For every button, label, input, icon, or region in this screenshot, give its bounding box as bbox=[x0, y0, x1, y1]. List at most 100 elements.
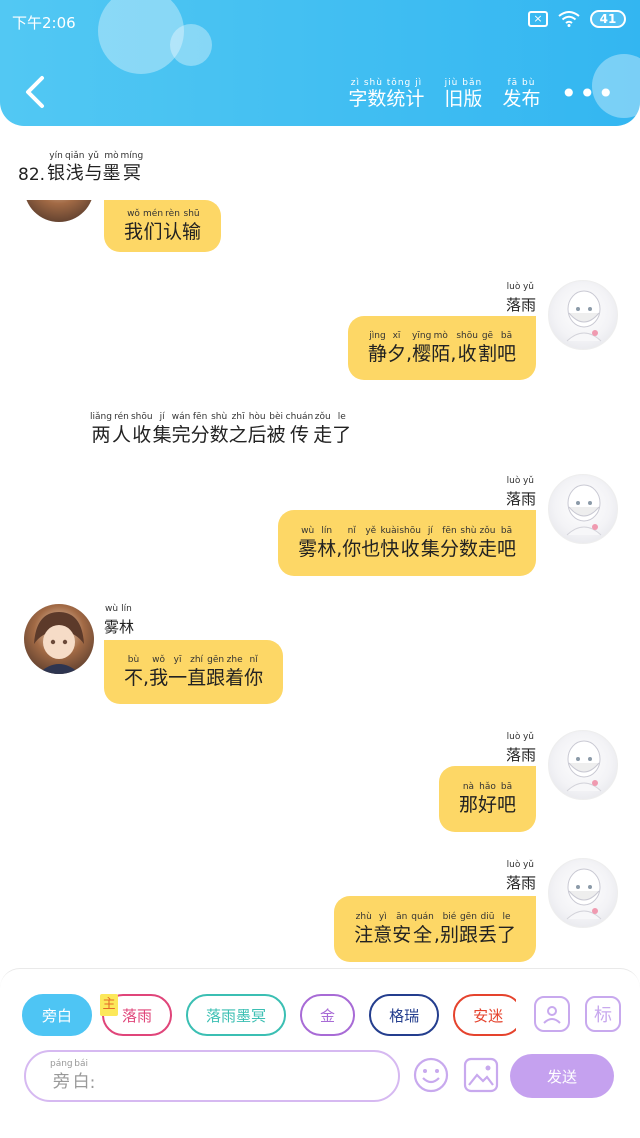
role-chip-list[interactable]: 旁白 落雨 落雨墨冥 金 格瑞 安迷 bbox=[22, 994, 516, 1038]
publish-pinyin: fā bù bbox=[507, 78, 536, 88]
pinyin: bù bbox=[127, 654, 140, 665]
ruby-char: wù 雾 bbox=[104, 604, 119, 639]
hanzi: 好 bbox=[477, 793, 497, 816]
ruby-char: yīng 樱 bbox=[412, 331, 431, 366]
speaker-name: luò 落 yǔ 雨 bbox=[506, 860, 536, 895]
hanzi: 全 bbox=[413, 923, 433, 946]
hanzi: 了 bbox=[332, 424, 352, 446]
pinyin: ān bbox=[396, 911, 408, 922]
message-bubble[interactable]: wù 雾 lín 林 , nǐ 你 yě 也 kuài 快 shōu 收 jí 集 fēn 分 shù 数 zǒu 走… bbox=[278, 510, 536, 576]
hanzi: 墨 bbox=[102, 163, 121, 184]
role-chip[interactable]: 安迷 bbox=[453, 994, 516, 1036]
pinyin: yě bbox=[365, 525, 377, 536]
pinyin bbox=[408, 331, 411, 342]
pinyin: zhe bbox=[226, 654, 243, 665]
pinyin: mò bbox=[104, 151, 119, 161]
message-bubble[interactable]: nà 那 hǎo 好 bā 吧 bbox=[438, 766, 536, 832]
ruby-char: yǔ 雨 bbox=[521, 860, 536, 895]
pinyin: bā bbox=[500, 330, 513, 341]
hanzi: 们 bbox=[143, 220, 163, 243]
ruby-char: shōu 收 bbox=[399, 526, 421, 561]
pinyin: rèn bbox=[165, 208, 180, 219]
pinyin: zǒu bbox=[314, 412, 331, 422]
hanzi: 一 bbox=[168, 666, 188, 689]
chat-area[interactable]: wǒ 我 mén 们 rèn 认 shū 输 luò 落 yǔ 雨 jìng 静 xī 夕 , yīng 樱 m… bbox=[0, 200, 640, 968]
ruby-char: zǒu 走 bbox=[478, 526, 497, 561]
avatar-luoyu[interactable] bbox=[548, 858, 618, 928]
role-chip-label: 金 bbox=[320, 1006, 336, 1025]
pinyin: lín bbox=[121, 604, 132, 614]
hanzi: 收 bbox=[400, 537, 420, 560]
pinyin: zǒu bbox=[479, 525, 496, 536]
hanzi: 传 bbox=[289, 424, 309, 446]
more-menu-icon[interactable]: ••• bbox=[560, 80, 616, 108]
word-count-button[interactable]: zì shù tǒng jì 字数统计 bbox=[348, 78, 424, 110]
hanzi: 你 bbox=[244, 666, 264, 689]
avatar-luoyu-illustration bbox=[566, 740, 602, 792]
avatar-wulin[interactable] bbox=[24, 604, 94, 674]
role-chip[interactable]: 金 bbox=[300, 994, 356, 1036]
role-chip[interactable]: 落雨墨冥 bbox=[186, 994, 287, 1036]
hanzi: 注 bbox=[354, 923, 374, 946]
publish-button[interactable]: fā bù 发布 bbox=[502, 78, 540, 110]
input-placeholder-suffix: : bbox=[89, 1073, 96, 1093]
avatar-luoyu[interactable] bbox=[548, 730, 618, 800]
pinyin: liǎng bbox=[90, 412, 112, 422]
hanzi: 集 bbox=[152, 424, 172, 446]
hanzi: 输 bbox=[182, 220, 202, 243]
sim-off-icon: × bbox=[528, 11, 548, 27]
pinyin: nà bbox=[462, 781, 475, 792]
old-version-button[interactable]: jiù bǎn 旧版 bbox=[444, 78, 482, 110]
ruby-char: jí 集 bbox=[153, 412, 172, 447]
pinyin: yī bbox=[173, 654, 182, 665]
pinyin: zhí bbox=[190, 654, 204, 665]
ruby-char: nǐ 你 bbox=[244, 655, 263, 690]
role-chip[interactable]: 旁白 bbox=[22, 994, 93, 1036]
send-label: 发送 bbox=[546, 1067, 577, 1086]
hanzi: 银 bbox=[47, 163, 66, 184]
avatar-luoyu[interactable] bbox=[548, 280, 618, 350]
pinyin: jí bbox=[159, 412, 165, 422]
message-bubble[interactable]: wǒ 我 mén 们 rèn 认 shū 输 bbox=[104, 200, 222, 252]
pinyin: yǔ bbox=[522, 732, 534, 742]
message-bubble[interactable]: bù 不 , wǒ 我 yī 一 zhí 直 gēn 跟 zhe 着 nǐ 你 bbox=[104, 640, 284, 704]
message-input[interactable]: páng 旁 bái 白 : bbox=[24, 1050, 400, 1102]
emoji-icon[interactable] bbox=[412, 1056, 450, 1094]
pinyin: shù bbox=[211, 412, 228, 422]
top-bar: 下午2:06 × 41 zì shù tǒng jì 字数统计 jiù bǎn … bbox=[0, 0, 640, 126]
hanzi: 静 bbox=[367, 342, 387, 365]
message-bubble[interactable]: zhù 注 yì 意 ān 安 quán 全 , bié 别 gēn 跟 diū 丢 le 了 bbox=[334, 896, 536, 962]
ruby-char: yī 一 bbox=[168, 655, 187, 690]
send-button[interactable]: 发送 bbox=[510, 1054, 614, 1098]
battery-indicator: 41 bbox=[590, 10, 626, 28]
pinyin bbox=[435, 912, 438, 923]
person-card-icon[interactable] bbox=[534, 996, 570, 1032]
hanzi: 雨 bbox=[520, 296, 536, 314]
avatar-luoyu[interactable] bbox=[548, 474, 618, 544]
pinyin: nǐ bbox=[249, 654, 258, 665]
pinyin: bái bbox=[74, 1058, 89, 1069]
role-chip-label: 落雨墨冥 bbox=[206, 1006, 267, 1025]
hanzi: 浅 bbox=[65, 163, 84, 184]
pinyin: shōu bbox=[456, 330, 478, 341]
ruby-char: le 了 bbox=[497, 912, 516, 947]
message-text: wǒ 我 mén 们 rèn 认 shū 输 bbox=[124, 209, 201, 244]
hanzi: 被 bbox=[266, 424, 286, 446]
role-chip[interactable]: 格瑞 bbox=[369, 994, 440, 1036]
hanzi: 意 bbox=[373, 923, 393, 946]
chapter-name: yín 银 qiǎn 浅 yǔ 与 mò 墨 míng 冥 bbox=[47, 151, 143, 186]
hanzi: 落 bbox=[505, 746, 521, 764]
mark-button[interactable]: 标 bbox=[585, 996, 621, 1032]
hanzi: 数 bbox=[458, 537, 478, 560]
hanzi: 人 bbox=[111, 424, 131, 446]
pinyin: luò bbox=[506, 282, 521, 292]
avatar-luoyu-illustration bbox=[566, 290, 602, 342]
back-arrow-icon[interactable] bbox=[18, 70, 54, 114]
mark-label: 标 bbox=[594, 1005, 612, 1026]
image-icon[interactable] bbox=[462, 1056, 500, 1094]
message-bubble[interactable]: jìng 静 xī 夕 , yīng 樱 mò 陌 , shōu 收 gē 割 bā 吧 bbox=[347, 316, 536, 380]
speaker-name-text: luò 落 yǔ 雨 bbox=[506, 860, 536, 895]
pinyin: mén bbox=[143, 208, 164, 219]
pinyin: yǔ bbox=[522, 282, 534, 292]
ruby-char: wǒ 我 bbox=[124, 209, 143, 244]
